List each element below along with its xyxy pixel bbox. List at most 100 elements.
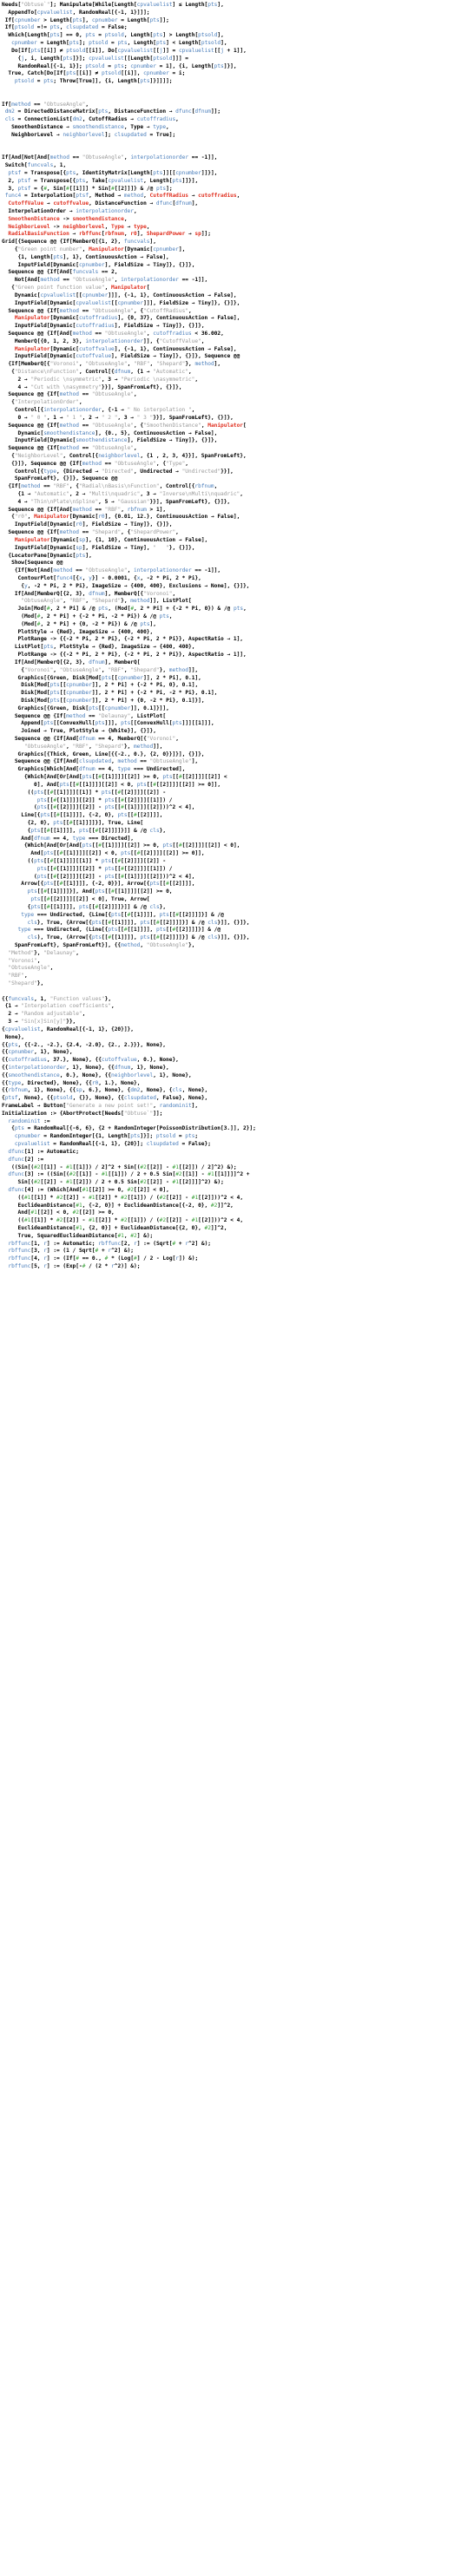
code-line: If[And[MemberQ[{2, 3}, dfnum], MemberQ[ (14, 659, 141, 665)
code-line: Sequence @@ {If[And[dfnum == 4, MemberQ[… (14, 736, 179, 742)
code-line: Disk[Mod[pts[[cpnumber]], 2 * Pi] + {0, … (21, 697, 205, 704)
code-line: "Shepard"}, (8, 980, 44, 986)
code-line: InputField[Dynamic[r0], FieldSize → Tiny… (14, 521, 173, 528)
code-line: 2, ptsf = Transpose[{pts, Take[cpvalueli… (2, 177, 199, 184)
code-line: {}]}, Sequence @@ {If[method == "ObtuseA… (2, 460, 188, 467)
code-line: Do[If[pts[[i]] ≠ ptsold[[i]], Do[cpvalue… (11, 47, 247, 54)
code-line: dm2 = DirectedDistanceMatrix[pts, Distan… (4, 108, 221, 115)
code-line: Control[{type, {Directed → "Directed", U… (14, 468, 234, 475)
code-line: rbffunc[5, r] := (Exp[-# / (2 * r^2)] &)… (8, 1263, 141, 1270)
code-line: ptsold = pts; Throw[True]], {i, Length[p… (14, 78, 173, 85)
code-line: Join[Mod[#, 2 * Pi] & /@ pts, (Mod[#, 2 … (17, 606, 247, 613)
code-line: dfunc[3] := ((Sin[(#2[[1]] - #1[[1]]) / … (8, 1171, 250, 1178)
code-line: InputField[Dynamic[cpvaluelist[[cpnumber… (14, 299, 240, 306)
code-line: Sequence @@ {If[And[funcvals == 2, (8, 269, 118, 276)
code-line: Switch[funcvals, 1, (4, 162, 67, 169)
code-line: {2, 0}, pts[[#[[1]]]]}], True, Line[ (2, 819, 144, 826)
code-line: {{cutoffradius, 37.}, None}, {{cutoffval… (2, 1057, 179, 1064)
code-line: Manipulator[Dynamic[cutoffradius], {0, 3… (14, 315, 240, 322)
code-line: (pts[[#[[2]]]][[2]] - pts[[#[[1]]]][[2]]… (2, 873, 195, 880)
code-line: cls), True, (Arrow[{pts[[#[[1]]]], pts[[… (27, 934, 250, 941)
code-line: True, SquaredEuclideanDistance[#1, #2] &… (17, 1232, 154, 1239)
code-line: {{funcvals, 1, "Function values"}, (2, 995, 112, 1002)
code-line: If[ptsold =!= pts, clsupdated = False; (4, 24, 128, 31)
code-line: Show[Sequence @@ (11, 560, 63, 567)
code-line: Dynamic[cpvaluelist[[cpnumber]]], {-1, 1… (14, 292, 237, 298)
code-line: 3 → "Sin[x]Sin[y]"}}, (2, 1019, 76, 1026)
code-line: Manipulator[Dynamic[sp], {1, 10}, Contin… (14, 536, 208, 543)
code-line: {Which[And[Or[And[pts[[#[[1]]]][[2]] >= … (2, 842, 240, 849)
code-line: {j, i, Length[pts]}]; cpvaluelist[[Lengt… (2, 55, 189, 62)
code-line: PlotRange -> {{-2 * Pi, 2 * Pi}, {-2 * P… (17, 636, 243, 643)
code-line: ptsf = Transpose[{pts, IdentityMatrix[Le… (8, 169, 218, 176)
code-line: SmoothenDistance → smoothendistance, Typ… (11, 124, 169, 130)
code-line: NeighborLevel → neighborlevel]; clsupdat… (11, 131, 176, 138)
code-line: (pts[[#[[2]]]][[2]] - pts[[#[[1]]]][[2]]… (2, 804, 195, 811)
code-line: CutoffValue → cutoffvalue, DistanceFunct… (8, 200, 199, 207)
code-line: 4 → "Thin\nPlate\nSpline", 5 → "Gaussian… (2, 498, 231, 505)
code-line: cpvaluelist = RandomReal[{-1, 1}, {20}];… (14, 1141, 211, 1148)
code-line: RadialBasisFunction → rbffunc[rbfnum, r0… (8, 231, 211, 238)
code-line: "Voronoi", (8, 957, 41, 964)
code-line: {pts[[#[[1]]]], pts[[#[[2]]]]}]] & /@ cl… (2, 827, 167, 834)
code-line: InputField[Dynamic[cpnumber], FieldSize … (17, 261, 195, 268)
code-line: Sequence @@ {If[And[clsupdated, method =… (14, 758, 199, 765)
code-line: InputField[Dynamic[cutoffradius], FieldS… (14, 323, 205, 330)
code-line: Sequence @@ {If[method == "Shepard", {"S… (8, 529, 179, 536)
code-line: cpnumber = RandomInteger[{1, Length[pts]… (14, 1133, 199, 1140)
code-line: pts[[#[[1]]]][[2]] * pts[[#[[2]]]][[1]])… (36, 865, 173, 872)
code-line: ((pts[[#[[1]]]][[1]] * pts[[#[[2]]]][[2]… (2, 789, 167, 796)
code-line: Graphics[{Thick, Green, Line[{{-2., 0.},… (17, 751, 205, 757)
code-line: Arrow[{pts[[#[[1]]]], {-2, 0}}], Arrow[{… (21, 881, 195, 888)
code-line: And[#1[[2]] < 0, #2[[2]] >= 0, (17, 1209, 115, 1216)
code-line: 0 → " 0 ", 1 → " 1 ", 2 → " 2 ", 3 → " 3… (2, 414, 234, 421)
code-line: Graphics[Which[And[dfnum == 4, type === … (17, 766, 186, 773)
code-line: {{smoothendistance, 0.}, None}, {{neighb… (2, 1072, 192, 1078)
code-line: Needs["Obtuse`"]; Manipulate[While[Lengt… (2, 2, 224, 8)
code-line: {1 → "Interpolation coefficients", (2, 1003, 115, 1010)
code-line: Which[Length[pts] == 0, pts = ptsold, Le… (8, 32, 224, 39)
code-line: 2 → "Periodic \nsymmetric", 3 → "Periodi… (2, 376, 199, 383)
code-line: {"NeighborLevel", Control[{neighborlevel… (2, 452, 247, 459)
code-line: RandomReal[{-1, 1}]; ptsold = pts; cpnum… (17, 62, 237, 69)
code-line: InputField[Dynamic[sp], FieldSize → Tiny… (14, 544, 195, 551)
code-line: InterpolationOrder → interpolationorder, (8, 207, 137, 214)
code-line: Sequence @@ {If[method == "Delaunay", Li… (14, 712, 167, 719)
code-line: type === Undirected, (Line[{pts[[#[[1]]]… (17, 927, 221, 934)
code-line: ((pts[[#[[1]]]][[1]] * pts[[#[[2]]]][[2]… (2, 858, 167, 864)
code-line: rbffunc[1, r] := Automatic; rbffunc[2, r… (8, 1240, 211, 1247)
code-line: PlotRange -> {{-2 * Pi, 2 * Pi}, {-2 * P… (17, 652, 247, 659)
code-line: pts[[#[[2]]]][[2]] < 0], True, Arrow[ (30, 896, 150, 903)
code-line: (Mod[#, 2 * Pi] + {-2 * Pi, -2 * Pi}) & … (2, 613, 173, 619)
code-line: {If[MemberQ[{"Voronoi", "ObtuseAngle", "… (2, 361, 221, 368)
code-line: cpnumber = Length[pts]; ptsold = pts, Le… (11, 40, 227, 47)
code-line: (Mod[#, 2 * Pi] + {0, -2 * Pi}) & /@ pts… (2, 620, 156, 627)
code-line: ListPlot[pts, PlotStyle → {Red}, ImageSi… (14, 644, 195, 651)
code-line: {cpvaluelist, RandomReal[{-1, 1}, {20}]}… (2, 1026, 134, 1032)
code-line: Control[{interpolationorder, {-1 → " No … (14, 407, 195, 414)
code-line: Joined → True, PlotStyle → {White}], {}]… (21, 728, 156, 735)
code-line: Line[{pts[[#[[1]]]], {-2, 0}, pts[[#[[2]… (21, 812, 163, 819)
code-line: SpanFromLeft}, {}]}, Sequence @@ (14, 475, 118, 482)
code-line: {1 → "Automatic", 2 → "Multi\nquadric", … (2, 491, 243, 497)
code-line: SpanFromLeft}, SpanFromLeft}], {{method,… (14, 941, 195, 948)
code-line: {pts = RandomReal[{-6, 6}, {2 + RandomIn… (2, 1125, 256, 1132)
code-line: {LocatorPane[Dynamic[pts], (2, 552, 92, 559)
code-line: "ObtuseAngle", "RBF", "Shepard"}, method… (23, 743, 163, 750)
code-line: Graphics[{Green, Disk[Mod[pts[[cpnumber]… (17, 674, 201, 681)
code-listing[interactable]: Needs["Obtuse`"]; Manipulate[While[Lengt… (0, 0, 474, 1282)
code-line: Disk[Mod[pts[[cpnumber]], 2 * Pi] + {-2 … (21, 690, 218, 697)
code-line: Sequence @@ {If[method == "ObtuseAngle",… (8, 307, 192, 314)
code-line: True, Catch[Do[If[pts[[i]] ≠ ptsold[[i]]… (8, 70, 186, 77)
code-line: Grid[{Sequence @@ {If[MemberQ[{1, 2}, fu… (2, 239, 156, 246)
code-line: Sequence @@ {If[method == "ObtuseAngle", (8, 391, 137, 398)
code-line: pts[[#[[1]]]]}], And[pts[[#[[1]]]][[2]] … (27, 888, 173, 895)
code-line: "Method"}, "Delaunay", (8, 949, 79, 956)
code-line: dfunc[1] := Automatic; (8, 1148, 79, 1155)
code-line: Dynamic[smoothendistance], {0., 5}, Cont… (17, 429, 218, 436)
code-line: {"InterpolationOrder", (2, 399, 82, 406)
code-line: If[And[Not[And[method == "ObtuseAngle", … (2, 154, 218, 161)
code-line: 4 → "Cut with \nasymmetry"}}], SpanFromL… (2, 383, 182, 390)
code-line: {If[method == "RBF", {"Radial\nBasis\nFu… (2, 483, 218, 490)
